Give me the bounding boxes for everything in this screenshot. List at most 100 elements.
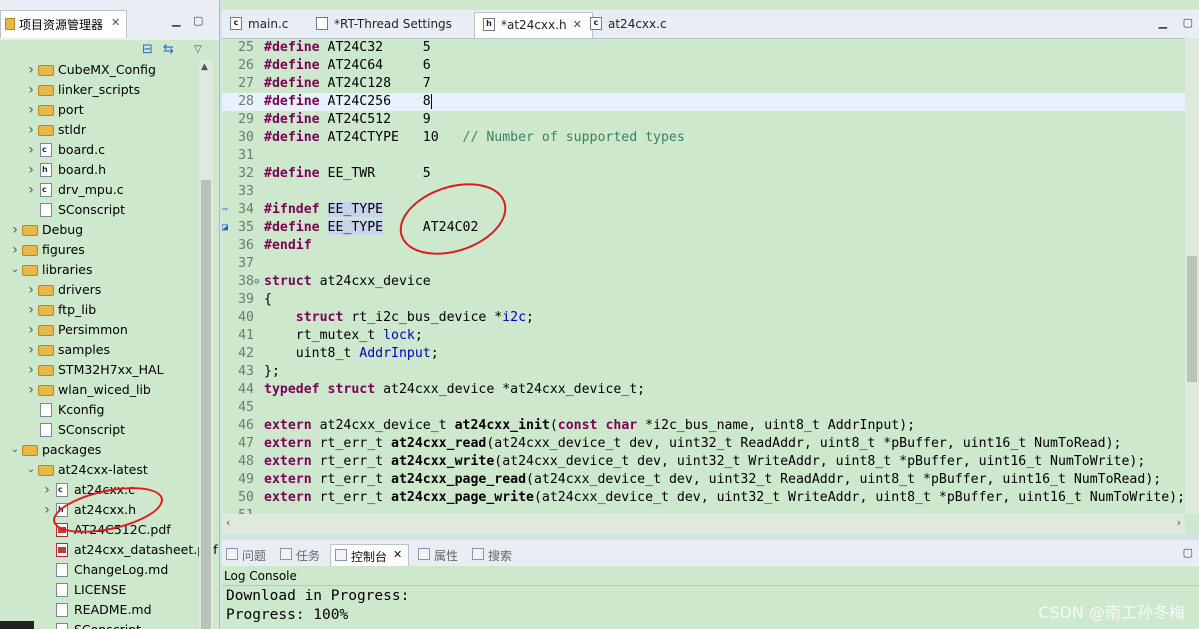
minimize-icon[interactable]: ▁: [172, 14, 180, 27]
chevron-right-icon[interactable]: ›: [40, 480, 54, 500]
code-line[interactable]: 51: [222, 507, 1185, 514]
code-line[interactable]: 30 #define AT24CTYPE 10 // Number of supp…: [222, 129, 1185, 147]
maximize-icon[interactable]: ▢: [193, 14, 203, 27]
console-tab[interactable]: 问题: [222, 544, 272, 566]
editor-tab[interactable]: h *at24cxx.h ✕: [474, 12, 593, 38]
tree-item[interactable]: › figures: [8, 240, 85, 260]
code-line[interactable]: 50 extern rt_err_t at24cxx_page_write(at2…: [222, 489, 1185, 507]
code-line[interactable]: 32 #define EE_TWR 5: [222, 165, 1185, 183]
code-line[interactable]: 38 ⊖ struct at24cxx_device: [222, 273, 1185, 291]
code-line[interactable]: 41 rt_mutex_t lock;: [222, 327, 1185, 345]
maximize-icon[interactable]: ▢: [1183, 16, 1193, 29]
code-line[interactable]: 44 typedef struct at24cxx_device *at24cxx…: [222, 381, 1185, 399]
chevron-right-icon[interactable]: ›: [24, 80, 38, 100]
scroll-up-icon[interactable]: ▲: [201, 62, 208, 72]
chevron-right-icon[interactable]: ›: [24, 340, 38, 360]
editor-horizontal-scrollbar[interactable]: ‹ ›: [222, 514, 1185, 534]
tree-item[interactable]: › ftp_lib: [24, 300, 96, 320]
tree-item[interactable]: Kconfig: [24, 400, 104, 420]
chevron-down-icon[interactable]: ⌄: [8, 440, 22, 460]
code-area[interactable]: 25 #define AT24C32 5 26 #define AT24C64 6 27…: [222, 38, 1185, 514]
fold-toggle-icon[interactable]: ⊖: [254, 273, 262, 291]
code-line[interactable]: 47 extern rt_err_t at24cxx_read(at24cxx_d…: [222, 435, 1185, 453]
tree-item[interactable]: ⌄ packages: [8, 440, 102, 460]
tree-item[interactable]: › samples: [24, 340, 110, 360]
tree-item[interactable]: LICENSE: [40, 580, 126, 600]
tree-item[interactable]: ⌄ at24cxx-latest: [24, 460, 148, 480]
tree-item[interactable]: SConscript: [40, 620, 141, 629]
code-line[interactable]: 46 extern at24cxx_device_t at24cxx_init(c…: [222, 417, 1185, 435]
scroll-left-icon[interactable]: ‹: [226, 516, 230, 529]
tree-item[interactable]: › wlan_wiced_lib: [24, 380, 151, 400]
code-line[interactable]: 33: [222, 183, 1185, 201]
tree-item[interactable]: › drv_mpu.c: [24, 180, 123, 200]
explorer-view-tab[interactable]: 项目资源管理器 ✕: [0, 10, 128, 38]
tree-item[interactable]: at24cxx_datasheet.pdf: [40, 540, 218, 560]
code-line[interactable]: 27 #define AT24C128 7: [222, 75, 1185, 93]
tree-item[interactable]: › drivers: [24, 280, 101, 300]
chevron-down-icon[interactable]: ⌄: [8, 260, 22, 280]
code-line[interactable]: 49 extern rt_err_t at24cxx_page_read(at24…: [222, 471, 1185, 489]
chevron-right-icon[interactable]: ›: [24, 140, 38, 160]
chevron-right-icon[interactable]: ›: [24, 280, 38, 300]
tree-item[interactable]: ⌄ libraries: [8, 260, 93, 280]
tree-item[interactable]: › CubeMX_Config: [24, 60, 156, 80]
code-line[interactable]: 40 struct rt_i2c_bus_device *i2c;: [222, 309, 1185, 327]
tree-item[interactable]: › linker_scripts: [24, 80, 140, 100]
console-tab[interactable]: 属性: [414, 544, 464, 566]
chevron-right-icon[interactable]: ›: [8, 240, 22, 260]
chevron-right-icon[interactable]: ›: [24, 180, 38, 200]
close-icon[interactable]: ✕: [111, 16, 120, 29]
code-line[interactable]: 37: [222, 255, 1185, 273]
view-menu-icon[interactable]: ▽: [194, 44, 202, 55]
chevron-right-icon[interactable]: ›: [24, 360, 38, 380]
chevron-right-icon[interactable]: ›: [24, 380, 38, 400]
chevron-right-icon[interactable]: ›: [24, 60, 38, 80]
tree-item[interactable]: › port: [24, 100, 83, 120]
chevron-right-icon[interactable]: ›: [24, 100, 38, 120]
chevron-right-icon[interactable]: ›: [24, 300, 38, 320]
code-line[interactable]: 28 #define AT24C256 8: [222, 93, 1185, 111]
editor-tab[interactable]: c main.c: [222, 12, 298, 38]
explorer-scrollbar[interactable]: ▲: [199, 60, 213, 629]
editor-tab[interactable]: c at24cxx.c: [582, 12, 677, 38]
chevron-right-icon[interactable]: ›: [24, 120, 38, 140]
code-line[interactable]: 43};: [222, 363, 1185, 381]
code-line[interactable]: 36 #endif: [222, 237, 1185, 255]
chevron-right-icon[interactable]: ›: [24, 160, 38, 180]
chevron-right-icon[interactable]: ›: [8, 220, 22, 240]
close-icon[interactable]: ✕: [393, 548, 402, 566]
tree-item[interactable]: › board.c: [24, 140, 105, 160]
editor-tab[interactable]: *RT-Thread Settings: [308, 12, 462, 38]
scrollbar-thumb[interactable]: [1187, 256, 1197, 382]
tree-item[interactable]: README.md: [40, 600, 152, 620]
scroll-right-icon[interactable]: ›: [1177, 516, 1181, 529]
code-line[interactable]: 29 #define AT24C512 9: [222, 111, 1185, 129]
code-line[interactable]: 26 #define AT24C64 6: [222, 57, 1185, 75]
code-line[interactable]: 25 #define AT24C32 5: [222, 39, 1185, 57]
collapse-all-icon[interactable]: ⊟: [142, 42, 153, 57]
chevron-down-icon[interactable]: ⌄: [24, 460, 38, 480]
tree-item[interactable]: SConscript: [24, 420, 125, 440]
console-tab[interactable]: 控制台 ✕: [330, 544, 410, 566]
code-line[interactable]: 31: [222, 147, 1185, 165]
tree-item[interactable]: › Persimmon: [24, 320, 128, 340]
minimize-icon[interactable]: ▁: [1159, 16, 1167, 29]
scrollbar-thumb[interactable]: [201, 180, 211, 629]
code-line[interactable]: 48 extern rt_err_t at24cxx_write(at24cxx_…: [222, 453, 1185, 471]
code-line[interactable]: 45: [222, 399, 1185, 417]
tree-item[interactable]: SConscript: [24, 200, 125, 220]
chevron-right-icon[interactable]: ›: [40, 500, 54, 520]
tree-item[interactable]: › board.h: [24, 160, 106, 180]
tree-item[interactable]: › Debug: [8, 220, 83, 240]
link-with-editor-icon[interactable]: ⇆: [163, 42, 174, 57]
tree-item[interactable]: ChangeLog.md: [40, 560, 168, 580]
console-tab[interactable]: 搜索: [468, 544, 518, 566]
code-line[interactable]: ⇨ 34 #ifndef EE_TYPE: [222, 201, 1185, 219]
console-tab[interactable]: 任务: [276, 544, 326, 566]
code-line[interactable]: 39 {: [222, 291, 1185, 309]
tree-item[interactable]: › STM32H7xx_HAL: [24, 360, 163, 380]
code-line[interactable]: ◪ 35 #define EE_TYPE AT24C02: [222, 219, 1185, 237]
maximize-icon[interactable]: ▢: [1183, 546, 1193, 559]
code-line[interactable]: 42 uint8_t AddrInput;: [222, 345, 1185, 363]
